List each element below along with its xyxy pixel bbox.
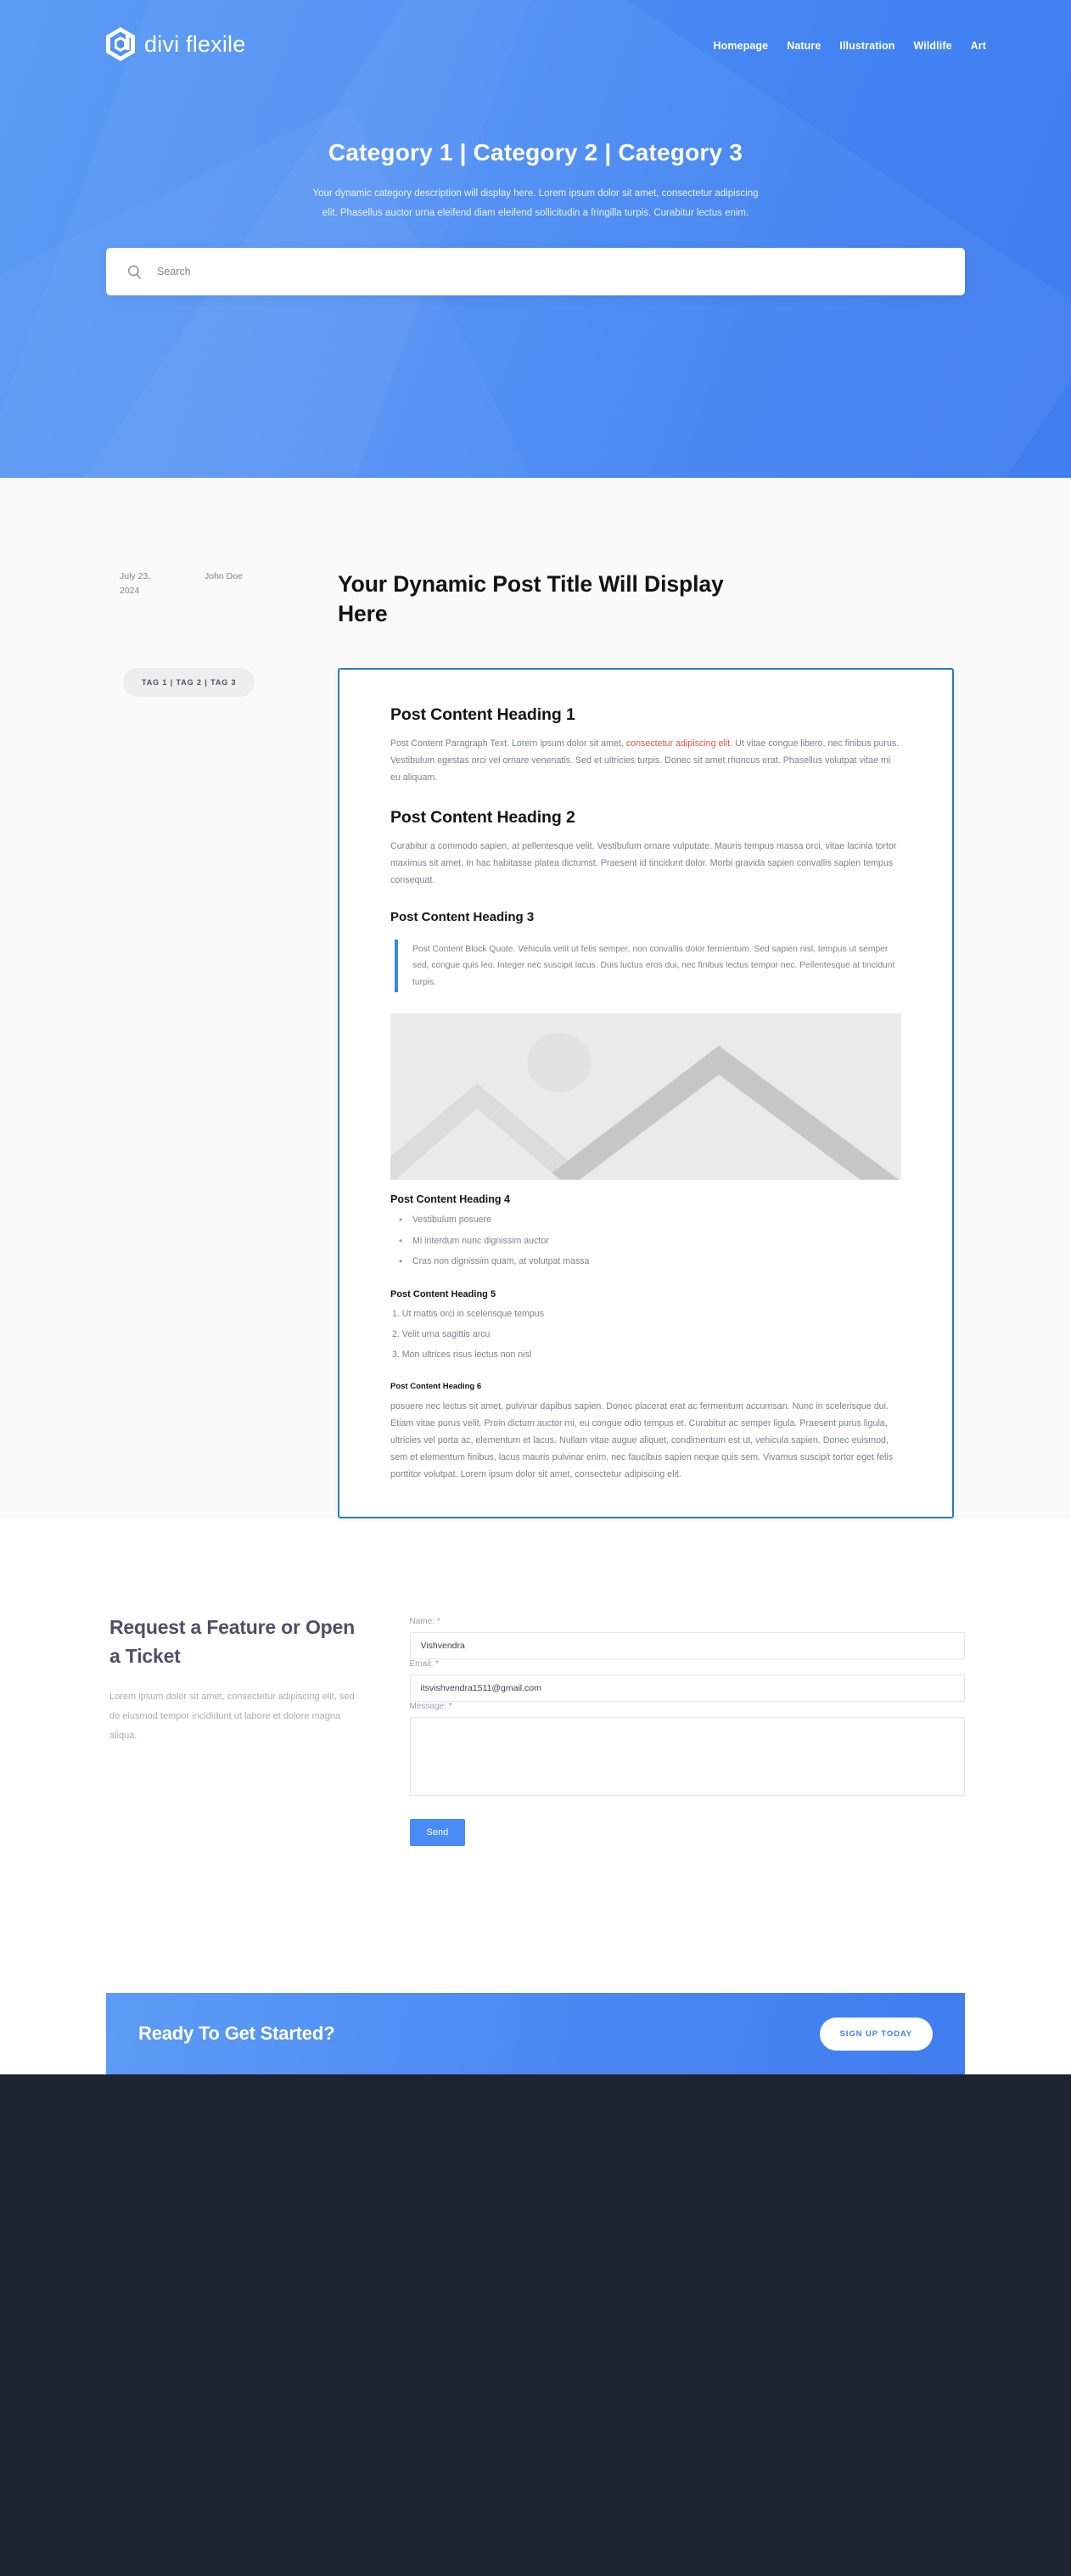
post-heading-5: Post Content Heading 5: [390, 1288, 496, 1299]
brand-logo[interactable]: divi flexile: [106, 27, 245, 61]
cta-bottom-spacer: [0, 2074, 1071, 2097]
cta-section: Ready To Get Started? SIGN UP TODAY: [0, 1938, 1071, 2097]
send-button[interactable]: Send: [409, 1819, 466, 1847]
post-numbered-list: Ut mattis orci in scelerisque tempus Vel…: [390, 1307, 901, 1362]
post-paragraph-6: posuere nec lectus sit amet, pulvinar da…: [390, 1400, 894, 1480]
post-paragraph-1-link[interactable]: consectetur adipiscing elit: [626, 738, 730, 749]
list-item: Vestibulum posuere: [398, 1212, 901, 1228]
post-meta-sidebar: July 23, 2024 John Doe TAG 1 | TAG 2 | T…: [120, 570, 349, 697]
contact-form: Name: * Email: * Message: * Send: [409, 1614, 965, 1847]
cta-heading: Ready To Get Started?: [138, 2023, 335, 2045]
post-content-card: Post Content Heading 1 Post Content Para…: [338, 667, 954, 1519]
post-date: July 23, 2024: [120, 571, 151, 596]
message-field[interactable]: [409, 1717, 965, 1797]
post-title: Your Dynamic Post Title Will Display Her…: [338, 571, 724, 626]
cta-banner: Ready To Get Started? SIGN UP TODAY: [106, 1993, 965, 2075]
post-author: John Doe: [205, 571, 243, 581]
list-item: Velit urna sagittis arcu: [401, 1328, 491, 1339]
post-blockquote: Post Content Block Quote. Vehicula velit…: [395, 939, 901, 993]
sign-up-today-button[interactable]: SIGN UP TODAY: [819, 2017, 933, 2051]
form-heading: Request a Feature or Open a Ticket: [109, 1616, 355, 1667]
hero-section: divi flexile Homepage Nature Illustratio…: [0, 0, 1071, 478]
post-paragraph-1: Post Content Paragraph Text. Lorem ipsum…: [390, 735, 901, 786]
name-field[interactable]: [409, 1632, 965, 1660]
hero-description: Your dynamic category description will d…: [312, 188, 759, 218]
list-item: Mon ultrices risus lectus non nisl: [401, 1350, 532, 1361]
hexagon-d-logo-icon: [106, 27, 135, 61]
post-section: July 23, 2024 John Doe TAG 1 | TAG 2 | T…: [0, 478, 1071, 1519]
site-footer: [0, 2096, 1071, 2175]
form-intro: Request a Feature or Open a Ticket Lorem…: [106, 1614, 359, 1746]
post-heading-3: Post Content Heading 3: [390, 909, 535, 924]
post-paragraph-1-text-before: Post Content Paragraph Text. Lorem ipsum…: [390, 738, 626, 749]
post-blockquote-text: Post Content Block Quote. Vehicula velit…: [412, 944, 895, 987]
nav-item-illustration[interactable]: Illustration: [839, 40, 894, 52]
search-input[interactable]: [157, 266, 945, 278]
cta-top-spacer: [0, 1938, 1071, 1994]
post-bullet-list: Vestibulum posuere Mi interdum nunc dign…: [390, 1212, 901, 1270]
nav-item-wildlife[interactable]: Wildlife: [914, 40, 952, 52]
post-heading-2: Post Content Heading 2: [390, 808, 575, 828]
list-item: Ut mattis orci in scelerisque tempus: [401, 1308, 545, 1319]
nav-item-homepage[interactable]: Homepage: [713, 40, 768, 52]
post-heading-1: Post Content Heading 1: [390, 704, 575, 724]
search-icon: [127, 265, 142, 279]
post-tags-badge[interactable]: TAG 1 | TAG 2 | TAG 3: [123, 667, 255, 697]
site-header: divi flexile Homepage Nature Illustratio…: [0, 0, 1071, 61]
brand-name: divi flexile: [144, 31, 246, 57]
nav-item-art[interactable]: Art: [971, 40, 986, 52]
list-item: Cras non dignissim quam, at volutpat mas…: [398, 1254, 901, 1270]
list-item: Mi interdum nunc dignissim auctor: [398, 1233, 901, 1249]
email-field-label: Email: *: [409, 1659, 439, 1670]
message-field-label: Message: *: [409, 1702, 452, 1712]
nav-item-nature[interactable]: Nature: [787, 40, 821, 52]
main-nav: Homepage Nature Illustration Wildlife Ar…: [713, 36, 986, 52]
hero-title: Category 1 | Category 2 | Category 3: [328, 139, 743, 166]
form-description: Lorem ipsum dolor sit amet, consectetur …: [109, 1691, 355, 1742]
post-heading-6: Post Content Heading 6: [390, 1381, 482, 1391]
post-image-placeholder: [390, 1013, 901, 1181]
image-placeholder-icon: [390, 1013, 901, 1181]
post-heading-4: Post Content Heading 4: [390, 1193, 510, 1206]
email-field[interactable]: [409, 1675, 965, 1703]
post-paragraph-2: Curabitur a commodo sapien, at pellentes…: [390, 841, 897, 886]
search-bar[interactable]: [106, 248, 965, 295]
contact-form-section: Request a Feature or Open a Ticket Lorem…: [0, 1518, 1071, 1939]
name-field-label: Name: *: [409, 1617, 440, 1627]
